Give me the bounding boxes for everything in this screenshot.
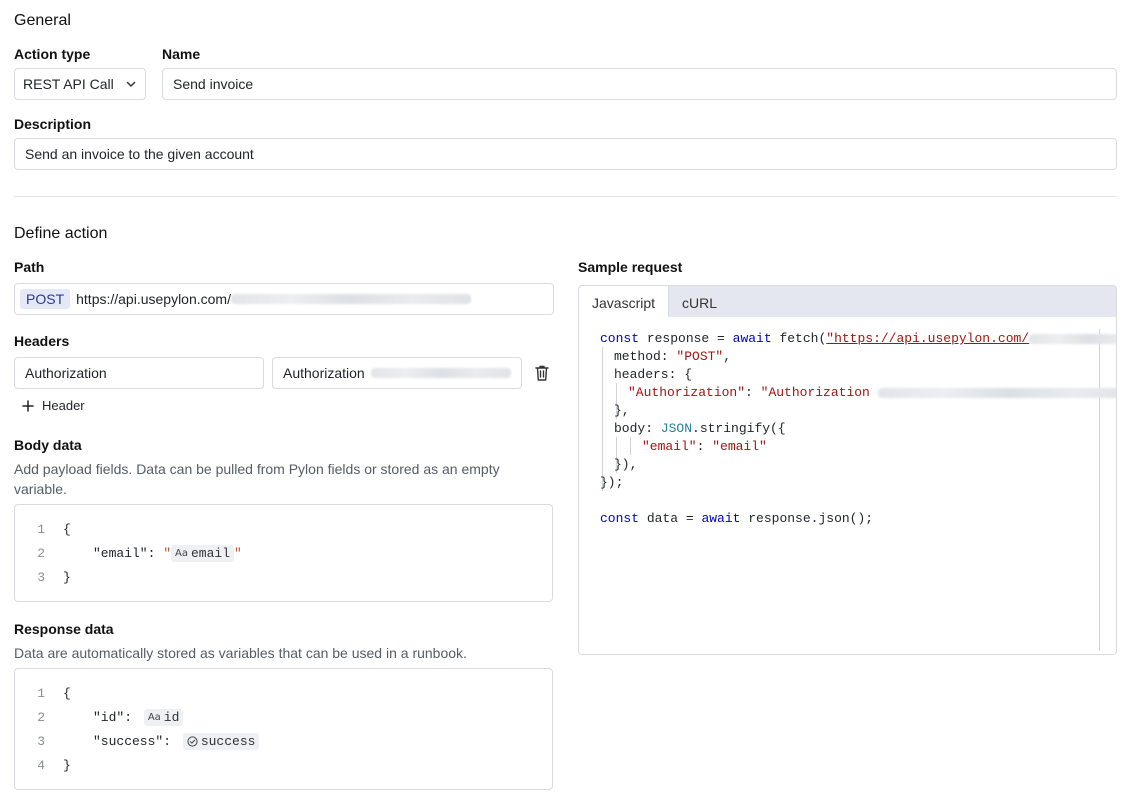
id-variable-pill[interactable]: Aa id [143, 708, 184, 726]
body-data-help: Add payload fields. Data can be pulled f… [14, 461, 500, 497]
section-divider [14, 196, 1117, 197]
header-value-field[interactable]: Authorization [272, 357, 522, 389]
body-line-1: 1 { [37, 521, 71, 537]
redacted-url [1029, 333, 1116, 344]
name-value: Send invoice [173, 76, 254, 92]
text-type-icon: Aa [175, 547, 188, 559]
code-line-1: const response = await fetch("https://ap… [600, 330, 1116, 348]
chevron-down-icon [125, 78, 137, 90]
sample-code-panel: const response = await fetch("https://ap… [578, 317, 1117, 655]
check-circle-icon [187, 735, 198, 747]
header-value-prefix: Authorization [283, 365, 365, 381]
panel-scroll-edge [1099, 329, 1100, 651]
code-line-6: body: JSON.stringify({ [614, 421, 786, 436]
code-line-7: "email": "email" [642, 439, 767, 454]
response-line-4: 4 } [37, 757, 71, 773]
headers-label: Headers [14, 333, 70, 349]
name-field[interactable]: Send invoice [162, 68, 1117, 100]
body-line-3: 3 } [37, 569, 71, 585]
response-line-3: 3 "success": success [15, 729, 260, 753]
body-data-editor[interactable]: 1 { 2 "email": " Aa email " 3 } [14, 504, 553, 602]
code-line-4: "Authorization": "Authorization [628, 384, 1116, 402]
description-field[interactable]: Send an invoice to the given account [14, 138, 1117, 170]
action-type-label: Action type [14, 46, 91, 62]
response-data-help: Data are automatically stored as variabl… [14, 645, 467, 661]
header-key-field[interactable]: Authorization [14, 357, 264, 389]
body-data-label: Body data [14, 437, 82, 453]
code-line-5: }, [614, 403, 630, 418]
body-line-2: 2 "email": " Aa email " [37, 544, 242, 562]
response-line-1: 1 { [37, 685, 71, 701]
header-key-value: Authorization [25, 365, 107, 381]
indent-guide [602, 347, 603, 491]
code-line-8: }), [614, 457, 638, 472]
response-data-label: Response data [14, 621, 114, 637]
tab-curl[interactable]: cURL [669, 286, 730, 319]
plus-icon [22, 399, 34, 412]
redacted-header-value [370, 368, 511, 378]
response-line-2: 2 "id": Aa id [15, 705, 184, 729]
tab-javascript[interactable]: Javascript [579, 286, 670, 319]
description-value: Send an invoice to the given account [25, 146, 254, 162]
name-label: Name [162, 46, 201, 62]
code-line-2: method: "POST", [614, 349, 732, 364]
define-action-title: Define action [14, 225, 108, 242]
path-label: Path [14, 259, 45, 275]
add-header-label: Header [42, 398, 85, 413]
success-variable-pill[interactable]: success [182, 732, 260, 750]
action-type-select[interactable]: REST API Call [14, 68, 146, 100]
code-line-11: const data = await response.json(); [600, 511, 874, 526]
indent-guide [630, 437, 631, 455]
sample-request-label: Sample request [578, 259, 683, 275]
trash-icon[interactable] [534, 364, 550, 385]
general-section-title: General [14, 12, 71, 29]
code-line-3: headers: { [614, 367, 693, 382]
path-url: https://api.usepylon.com/ [76, 291, 231, 307]
email-variable-pill[interactable]: Aa email [171, 544, 235, 562]
text-type-icon: Aa [147, 711, 161, 723]
response-data-editor[interactable]: 1 { 2 "id": Aa id 3 "success": success 4… [14, 668, 553, 790]
method-badge: POST [20, 289, 71, 309]
action-type-value: REST API Call [23, 76, 114, 92]
code-line-9: }); [600, 475, 624, 490]
redacted-token [877, 387, 1116, 398]
redacted-path [231, 294, 471, 304]
path-field[interactable]: POST https://api.usepylon.com/ [14, 283, 554, 315]
sample-tabs: Javascript cURL [578, 285, 1117, 319]
add-header-button[interactable]: Header [22, 398, 85, 413]
description-label: Description [14, 116, 92, 132]
